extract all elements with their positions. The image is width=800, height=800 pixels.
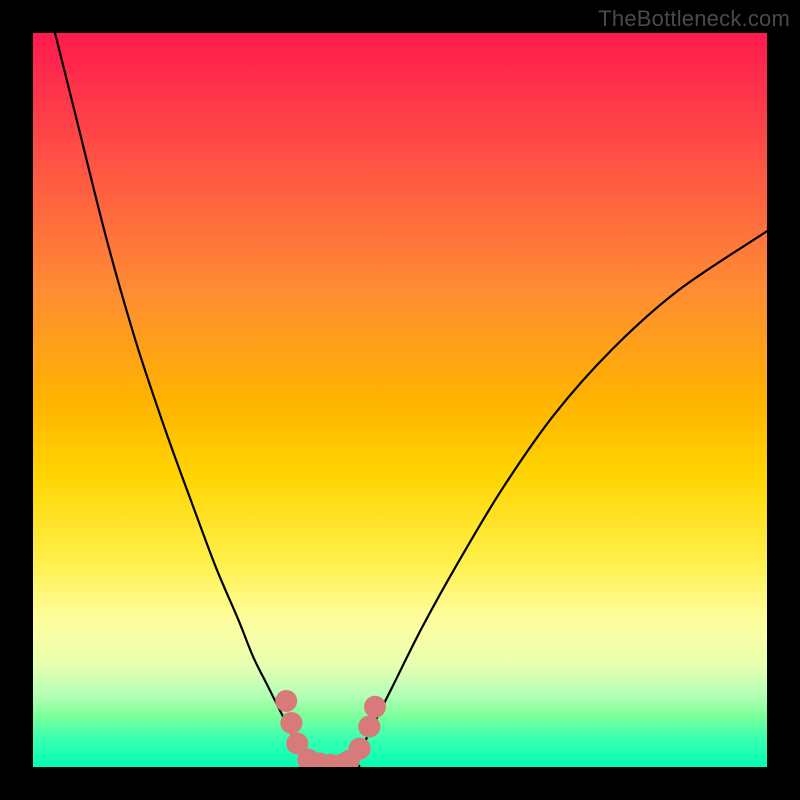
highlight-marker <box>280 712 302 734</box>
curve-svg <box>33 33 767 767</box>
highlight-marker <box>364 696 386 718</box>
highlight-marker <box>275 690 297 712</box>
plot-area <box>33 33 767 767</box>
chart-frame: TheBottleneck.com <box>0 0 800 800</box>
highlight-marker <box>349 738 371 760</box>
marker-group <box>275 690 386 767</box>
curve-group <box>55 33 767 767</box>
bottleneck-curve <box>55 33 767 767</box>
watermark-text: TheBottleneck.com <box>598 6 790 32</box>
highlight-marker <box>358 716 380 738</box>
